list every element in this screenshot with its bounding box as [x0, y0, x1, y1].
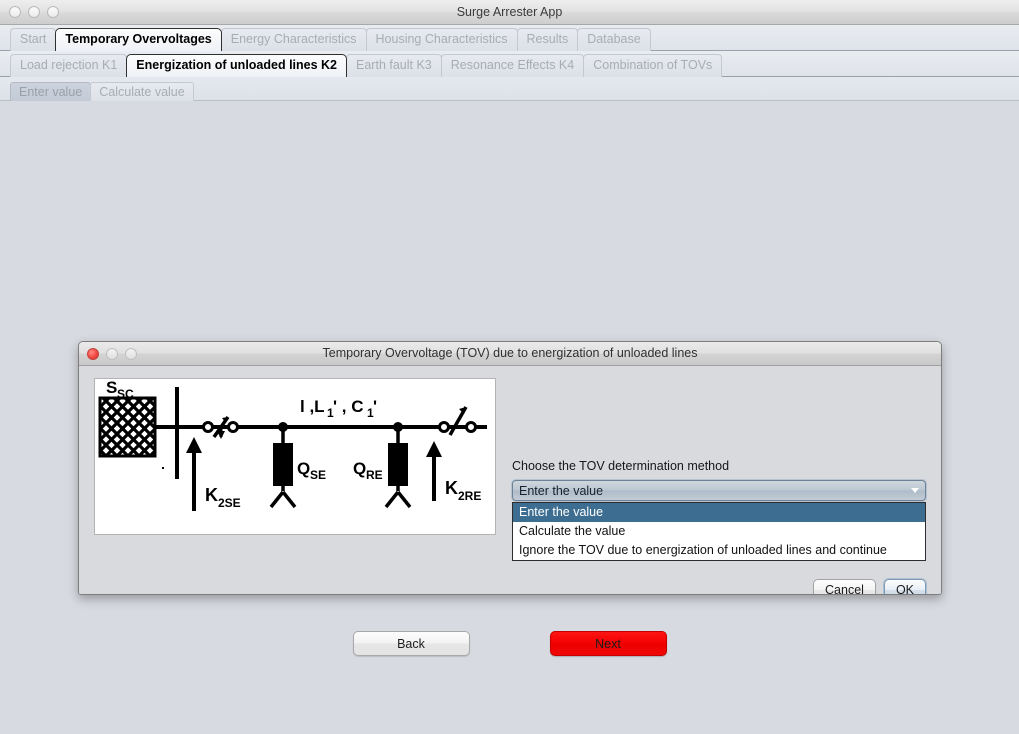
- svg-text:2RE: 2RE: [458, 489, 481, 503]
- dialog-action-buttons: Cancel OK: [813, 579, 926, 594]
- svg-text:Q: Q: [353, 459, 366, 478]
- tov-method-combobox[interactable]: Enter the value: [512, 480, 926, 501]
- dialog-window-controls: [87, 347, 137, 360]
- subtab-resonance-effects-k4[interactable]: Resonance Effects K4: [440, 54, 585, 77]
- combobox-option-ignore-the-tov[interactable]: Ignore the TOV due to energization of un…: [513, 541, 925, 560]
- minimize-button-icon[interactable]: [28, 6, 40, 18]
- tertiary-tabstrip: Enter value Calculate value: [0, 77, 1019, 103]
- content-area: Back Next Temporary Overvoltage (TOV) du…: [0, 101, 1019, 725]
- svg-text:Q: Q: [297, 459, 310, 478]
- next-button[interactable]: Next: [549, 631, 667, 656]
- chevron-down-icon[interactable]: [906, 481, 924, 500]
- combobox-option-calculate-the-value[interactable]: Calculate the value: [513, 522, 925, 541]
- svg-text:RE: RE: [366, 468, 383, 482]
- window-title-bar: Surge Arrester App: [0, 0, 1019, 25]
- tab-energy-characteristics[interactable]: Energy Characteristics: [220, 28, 367, 51]
- combobox-option-enter-the-value[interactable]: Enter the value: [513, 503, 925, 522]
- method-label: Choose the TOV determination method: [512, 459, 730, 473]
- circuit-diagram-svg: S SC l ,L 1 ' , C 1 ' Q SE Q RE K 2SE K …: [98, 379, 487, 511]
- subsubtab-enter-value[interactable]: Enter value: [10, 82, 92, 103]
- subtab-earth-fault-k3[interactable]: Earth fault K3: [346, 54, 442, 77]
- svg-text:l ,L: l ,L: [300, 397, 325, 416]
- dialog-body: S SC l ,L 1 ' , C 1 ' Q SE Q RE K 2SE K …: [79, 366, 941, 594]
- close-button-icon[interactable]: [9, 6, 21, 18]
- dialog-close-button-icon[interactable]: [87, 347, 99, 360]
- zoom-button-icon[interactable]: [47, 6, 59, 18]
- window-controls: [9, 6, 59, 18]
- svg-text:SC: SC: [117, 387, 134, 401]
- tab-temporary-overvoltages[interactable]: Temporary Overvoltages: [55, 28, 222, 51]
- subtab-energization-unloaded-lines-k2[interactable]: Energization of unloaded lines K2: [126, 54, 348, 77]
- subtab-load-rejection-k1[interactable]: Load rejection K1: [10, 54, 128, 77]
- back-button[interactable]: Back: [352, 631, 470, 656]
- dialog-title: Temporary Overvoltage (TOV) due to energ…: [322, 346, 698, 360]
- combobox-selected-value: Enter the value: [519, 483, 604, 498]
- svg-text:' , C: ' , C: [333, 397, 364, 416]
- dialog-title-bar: Temporary Overvoltage (TOV) due to energ…: [79, 342, 941, 366]
- ok-button[interactable]: OK: [883, 579, 926, 594]
- subsubtab-calculate-value[interactable]: Calculate value: [90, 82, 194, 103]
- tab-housing-characteristics[interactable]: Housing Characteristics: [365, 28, 518, 51]
- svg-text:2SE: 2SE: [218, 496, 241, 510]
- secondary-tabstrip: Load rejection K1 Energization of unload…: [0, 51, 1019, 77]
- cancel-button[interactable]: Cancel: [813, 579, 876, 594]
- tab-results[interactable]: Results: [516, 28, 579, 51]
- svg-text:K: K: [445, 478, 458, 498]
- primary-tabstrip: Start Temporary Overvoltages Energy Char…: [0, 25, 1019, 51]
- tab-start[interactable]: Start: [10, 28, 57, 51]
- window-title: Surge Arrester App: [456, 5, 563, 19]
- tov-dialog: Temporary Overvoltage (TOV) due to energ…: [78, 341, 942, 595]
- navigation-buttons: Back Next: [0, 631, 1019, 656]
- application-window: Surge Arrester App Start Temporary Overv…: [0, 0, 1019, 734]
- dialog-zoom-button-icon[interactable]: [125, 347, 137, 360]
- dialog-minimize-button-icon[interactable]: [106, 347, 118, 360]
- tab-database[interactable]: Database: [577, 28, 651, 51]
- subtab-combination-of-tovs[interactable]: Combination of TOVs: [583, 54, 723, 77]
- circuit-diagram-figure: S SC l ,L 1 ' , C 1 ' Q SE Q RE K 2SE K …: [94, 378, 496, 535]
- svg-text:S: S: [106, 379, 117, 397]
- combobox-dropdown-list[interactable]: Enter the value Calculate the value Igno…: [512, 502, 926, 561]
- svg-text:SE: SE: [310, 468, 326, 482]
- svg-text:': ': [373, 397, 377, 416]
- svg-text:K: K: [205, 485, 218, 505]
